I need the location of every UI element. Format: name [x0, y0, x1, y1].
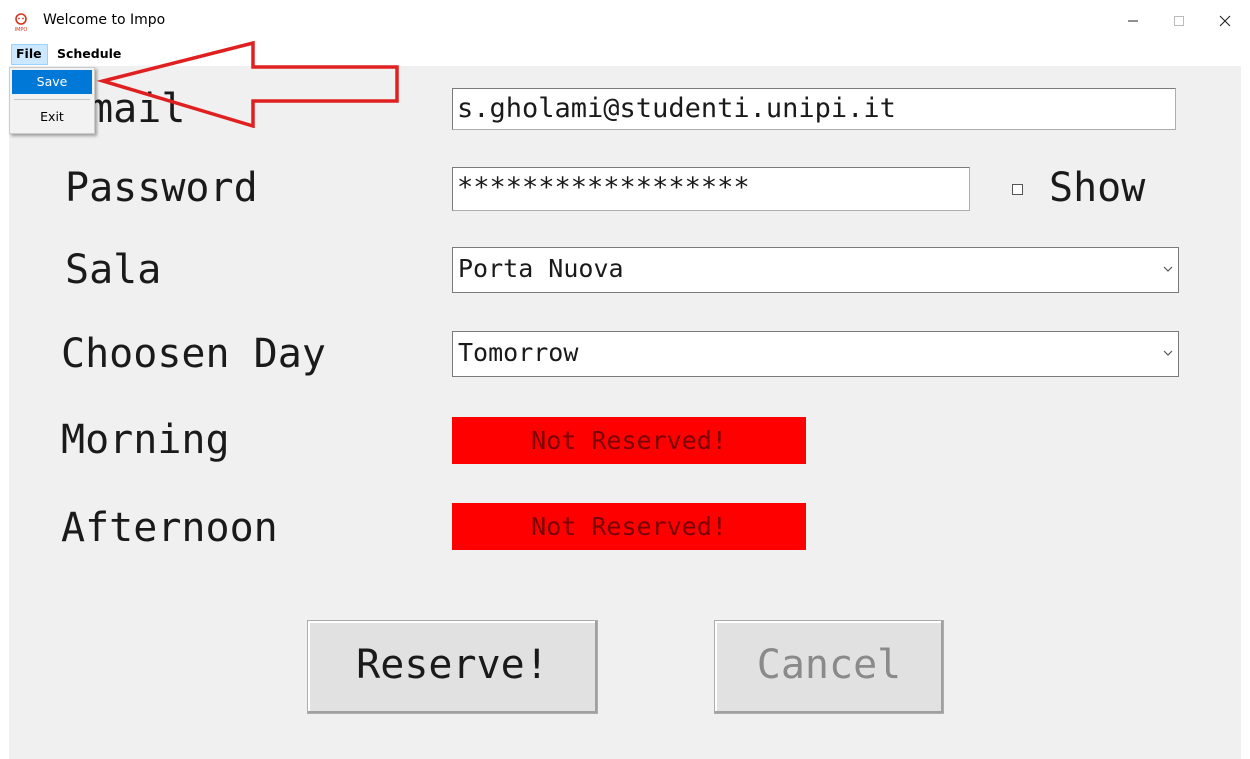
svg-text:IMPO: IMPO: [15, 27, 28, 32]
morning-status-badge: Not Reserved!: [452, 417, 806, 464]
impo-app-icon: IMPO: [15, 13, 28, 32]
sala-label: Sala: [65, 247, 162, 293]
menu-item-exit[interactable]: Exit: [12, 105, 92, 129]
minimize-button[interactable]: [1110, 4, 1156, 38]
maximize-button[interactable]: [1156, 4, 1202, 38]
password-label: Password: [65, 165, 258, 211]
title-bar: IMPO Welcome to Impo: [0, 0, 1250, 44]
day-select-value: Tomorrow: [458, 338, 579, 367]
cancel-button[interactable]: Cancel: [714, 620, 944, 714]
day-label: Choosen Day: [61, 331, 326, 377]
menu-bar: File Schedule: [0, 44, 1250, 66]
morning-label: Morning: [61, 417, 230, 463]
app-window: IMPO Welcome to Impo File Schedule Email…: [0, 0, 1250, 759]
afternoon-status-badge: Not Reserved!: [452, 503, 806, 550]
window-title: Welcome to Impo: [43, 12, 166, 28]
email-field[interactable]: s.gholami@studenti.unipi.it: [452, 88, 1176, 130]
maximize-icon: [1174, 16, 1184, 26]
chevron-down-icon: [1163, 350, 1173, 356]
form-panel: Email s.gholami@studenti.unipi.it Passwo…: [9, 66, 1241, 759]
sala-select-value: Porta Nuova: [458, 254, 624, 283]
sala-select[interactable]: Porta Nuova: [452, 247, 1179, 293]
close-icon: [1219, 15, 1231, 27]
show-password-checkbox[interactable]: [1012, 184, 1023, 195]
menu-file[interactable]: File: [11, 44, 48, 65]
minimize-icon: [1128, 20, 1138, 22]
show-password-label: Show: [1049, 165, 1146, 211]
menu-separator: [14, 99, 90, 100]
day-select[interactable]: Tomorrow: [452, 331, 1179, 377]
close-button[interactable]: [1202, 4, 1248, 38]
file-menu-dropdown: Save Exit: [9, 67, 95, 134]
menu-item-save[interactable]: Save: [12, 70, 92, 94]
menu-schedule[interactable]: Schedule: [54, 44, 124, 65]
reserve-button[interactable]: Reserve!: [307, 620, 598, 714]
chevron-down-icon: [1163, 266, 1173, 272]
password-field[interactable]: ******************: [452, 167, 970, 211]
afternoon-label: Afternoon: [61, 505, 278, 551]
